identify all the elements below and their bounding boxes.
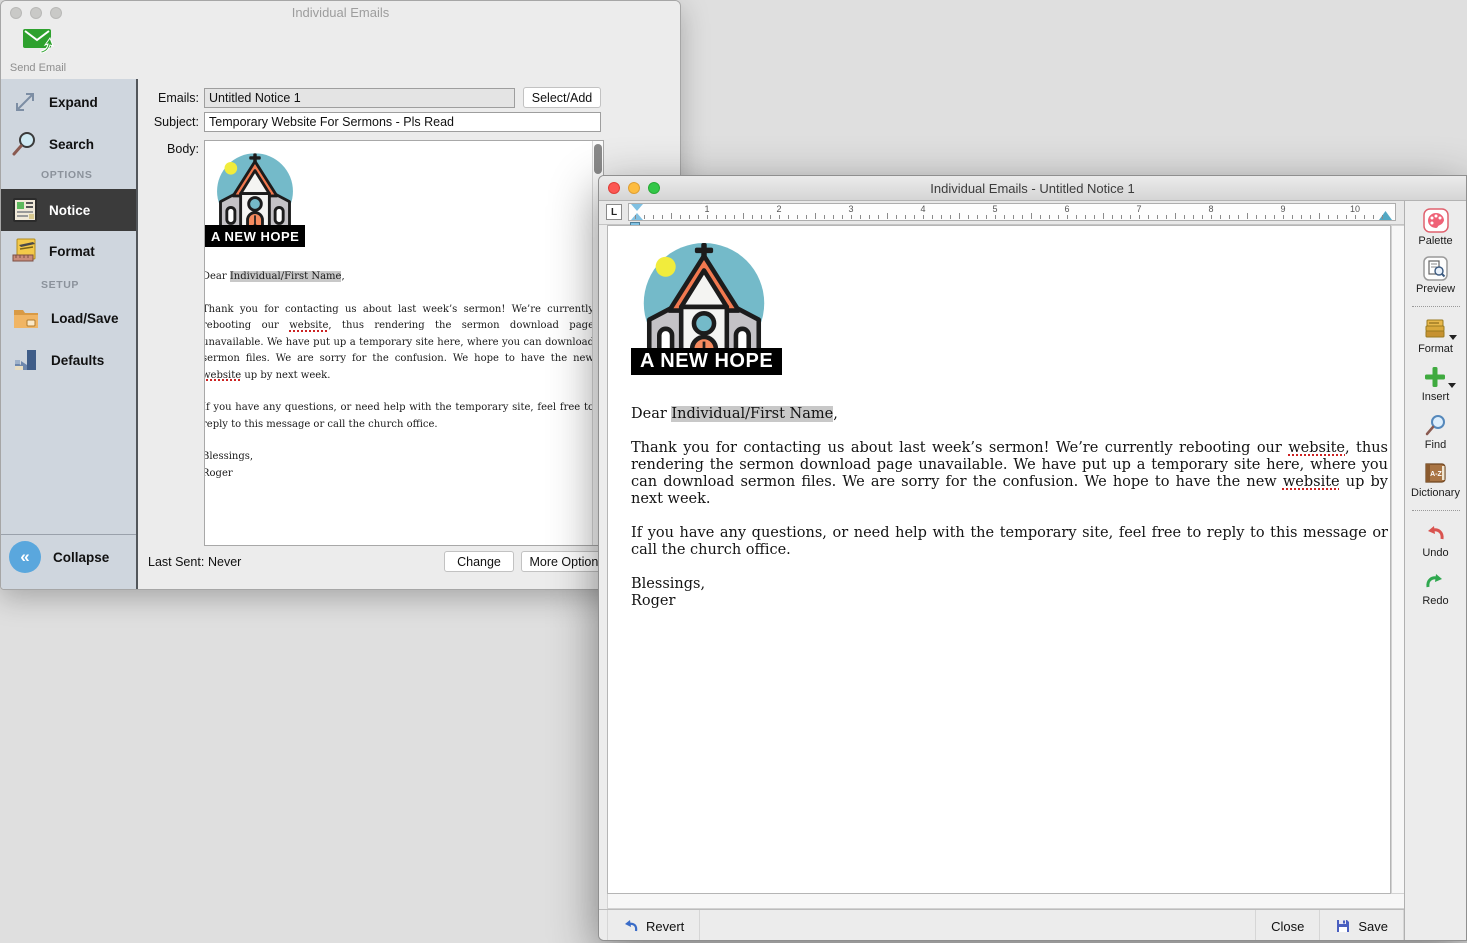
logo-banner: A NEW HOPE xyxy=(205,225,305,247)
front-window: Individual Emails - Untitled Notice 1 L … xyxy=(598,175,1467,941)
preview-icon xyxy=(1423,256,1448,281)
redo-tool[interactable]: Redo xyxy=(1422,568,1448,607)
ruler-number: 7 xyxy=(1136,204,1141,214)
format-tool[interactable]: Format xyxy=(1418,316,1453,355)
ruler-number: 8 xyxy=(1208,204,1213,214)
undo-icon xyxy=(1424,523,1446,543)
church-logo: A NEW HOPE xyxy=(631,233,777,379)
sidebar-header-setup: SETUP xyxy=(1,279,136,291)
toolbar-divider xyxy=(1412,510,1460,511)
merge-field: Individual/First Name xyxy=(230,271,342,282)
insert-tool[interactable]: Insert xyxy=(1422,364,1450,403)
front-titlebar[interactable]: Individual Emails - Untitled Notice 1 xyxy=(599,176,1466,201)
emails-label: Emails: xyxy=(143,91,199,105)
front-bottom-bar: Revert Close Save xyxy=(599,909,1404,941)
chevron-down-icon xyxy=(1449,335,1457,340)
undo-tool[interactable]: Undo xyxy=(1422,520,1448,559)
ruler-number: 6 xyxy=(1064,204,1069,214)
palette-tool[interactable]: Palette xyxy=(1418,208,1452,247)
notice-icon xyxy=(11,197,39,223)
find-icon xyxy=(1424,413,1448,437)
back-window-title: Individual Emails xyxy=(1,5,680,20)
sidebar-item-expand[interactable]: Expand xyxy=(1,81,136,123)
save-icon xyxy=(1335,918,1351,934)
find-tool[interactable]: Find xyxy=(1424,412,1448,451)
right-indent-marker[interactable] xyxy=(1379,211,1392,220)
last-sent-row: Last Sent: Never Change More Options xyxy=(1,551,680,575)
body-label: Body: xyxy=(143,142,199,156)
expand-icon xyxy=(11,88,39,116)
church-logo: A NEW HOPE xyxy=(209,147,301,255)
ruler-number: 3 xyxy=(848,204,853,214)
search-icon xyxy=(11,130,39,158)
emails-field[interactable]: Untitled Notice 1 xyxy=(204,88,515,108)
ruler-number: 4 xyxy=(920,204,925,214)
ruler-number: 2 xyxy=(776,204,781,214)
back-window: Individual Emails Send Email Expand xyxy=(0,0,681,590)
revert-button[interactable]: Revert xyxy=(607,910,700,941)
preview-tool[interactable]: Preview xyxy=(1416,256,1455,295)
tool-palette-column: Palette Preview xyxy=(1404,201,1466,940)
first-line-indent-marker[interactable] xyxy=(631,204,643,211)
change-button[interactable]: Change xyxy=(444,551,514,572)
toolbar-divider xyxy=(1412,306,1460,307)
emails-value: Untitled Notice 1 xyxy=(209,91,301,105)
subject-value: Temporary Website For Sermons - Pls Read xyxy=(209,115,454,129)
sidebar-item-format[interactable]: Format xyxy=(1,230,136,272)
bottom-bar-spacer xyxy=(700,910,1255,941)
sidebar-item-notice[interactable]: Notice xyxy=(1,189,136,231)
dictionary-icon: A-Z xyxy=(1423,461,1448,484)
save-button[interactable]: Save xyxy=(1320,910,1404,941)
ruler-number: 9 xyxy=(1280,204,1285,214)
ruler-strip[interactable]: 1 2 3 4 5 6 7 8 9 10 xyxy=(628,203,1396,221)
folder-icon xyxy=(11,305,41,331)
sidebar-item-search[interactable]: Search xyxy=(1,123,136,165)
editor-horizontal-scrollbar[interactable] xyxy=(607,894,1405,909)
ruler-number: 10 xyxy=(1350,204,1360,214)
left-indent-marker[interactable] xyxy=(631,213,643,220)
sidebar-header-options: OPTIONS xyxy=(1,169,136,181)
sidebar: Expand Search OPTIONS xyxy=(1,79,138,589)
merge-field: Individual/First Name xyxy=(671,406,833,422)
email-editor[interactable]: A NEW HOPE Dear Individual/First Name, T… xyxy=(607,225,1391,894)
ruler-bar: L 1 2 3 4 5 6 7 8 9 10 xyxy=(599,201,1404,225)
last-sent-value: Never xyxy=(208,555,241,569)
back-titlebar[interactable]: Individual Emails xyxy=(1,1,680,25)
dictionary-tool[interactable]: A-Z Dictionary xyxy=(1411,460,1460,499)
editor-vertical-scrollbar[interactable] xyxy=(1391,225,1405,894)
subject-field[interactable]: Temporary Website For Sermons - Pls Read xyxy=(204,112,601,132)
sidebar-item-defaults[interactable]: Defaults xyxy=(1,339,136,381)
body-scrollbar-thumb[interactable] xyxy=(594,144,602,174)
insert-plus-icon xyxy=(1423,365,1447,389)
palette-icon xyxy=(1423,208,1449,233)
email-body: Dear Individual/First Name, Thank you fo… xyxy=(631,406,1388,610)
ruler-number: 1 xyxy=(704,204,709,214)
chevron-down-icon xyxy=(1448,383,1456,388)
email-body-preview: Dear Individual/First Name, Thank you fo… xyxy=(204,269,594,482)
close-button[interactable]: Close xyxy=(1255,910,1320,941)
body-editor-preview[interactable]: A NEW HOPE Dear Individual/First Name, T… xyxy=(204,140,604,546)
subject-label: Subject: xyxy=(143,115,199,129)
tab-stop-button[interactable]: L xyxy=(606,204,622,220)
redo-icon xyxy=(1424,571,1446,591)
select-add-button[interactable]: Select/Add xyxy=(523,87,601,108)
last-sent-label: Last Sent: xyxy=(148,555,204,569)
sidebar-item-load-save[interactable]: Load/Save xyxy=(1,297,136,339)
editor-wrap: A NEW HOPE Dear Individual/First Name, T… xyxy=(607,225,1405,894)
svg-text:A-Z: A-Z xyxy=(1430,471,1442,478)
send-email-icon xyxy=(21,27,55,55)
logo-banner: A NEW HOPE xyxy=(631,348,782,375)
revert-icon xyxy=(623,919,639,934)
format-stack-icon xyxy=(1424,317,1448,340)
ruler-number: 5 xyxy=(992,204,997,214)
send-email-button[interactable]: Send Email xyxy=(7,27,69,74)
send-email-label: Send Email xyxy=(7,62,69,74)
defaults-icon xyxy=(11,346,41,374)
format-icon xyxy=(11,237,39,265)
front-window-title: Individual Emails - Untitled Notice 1 xyxy=(599,181,1466,196)
